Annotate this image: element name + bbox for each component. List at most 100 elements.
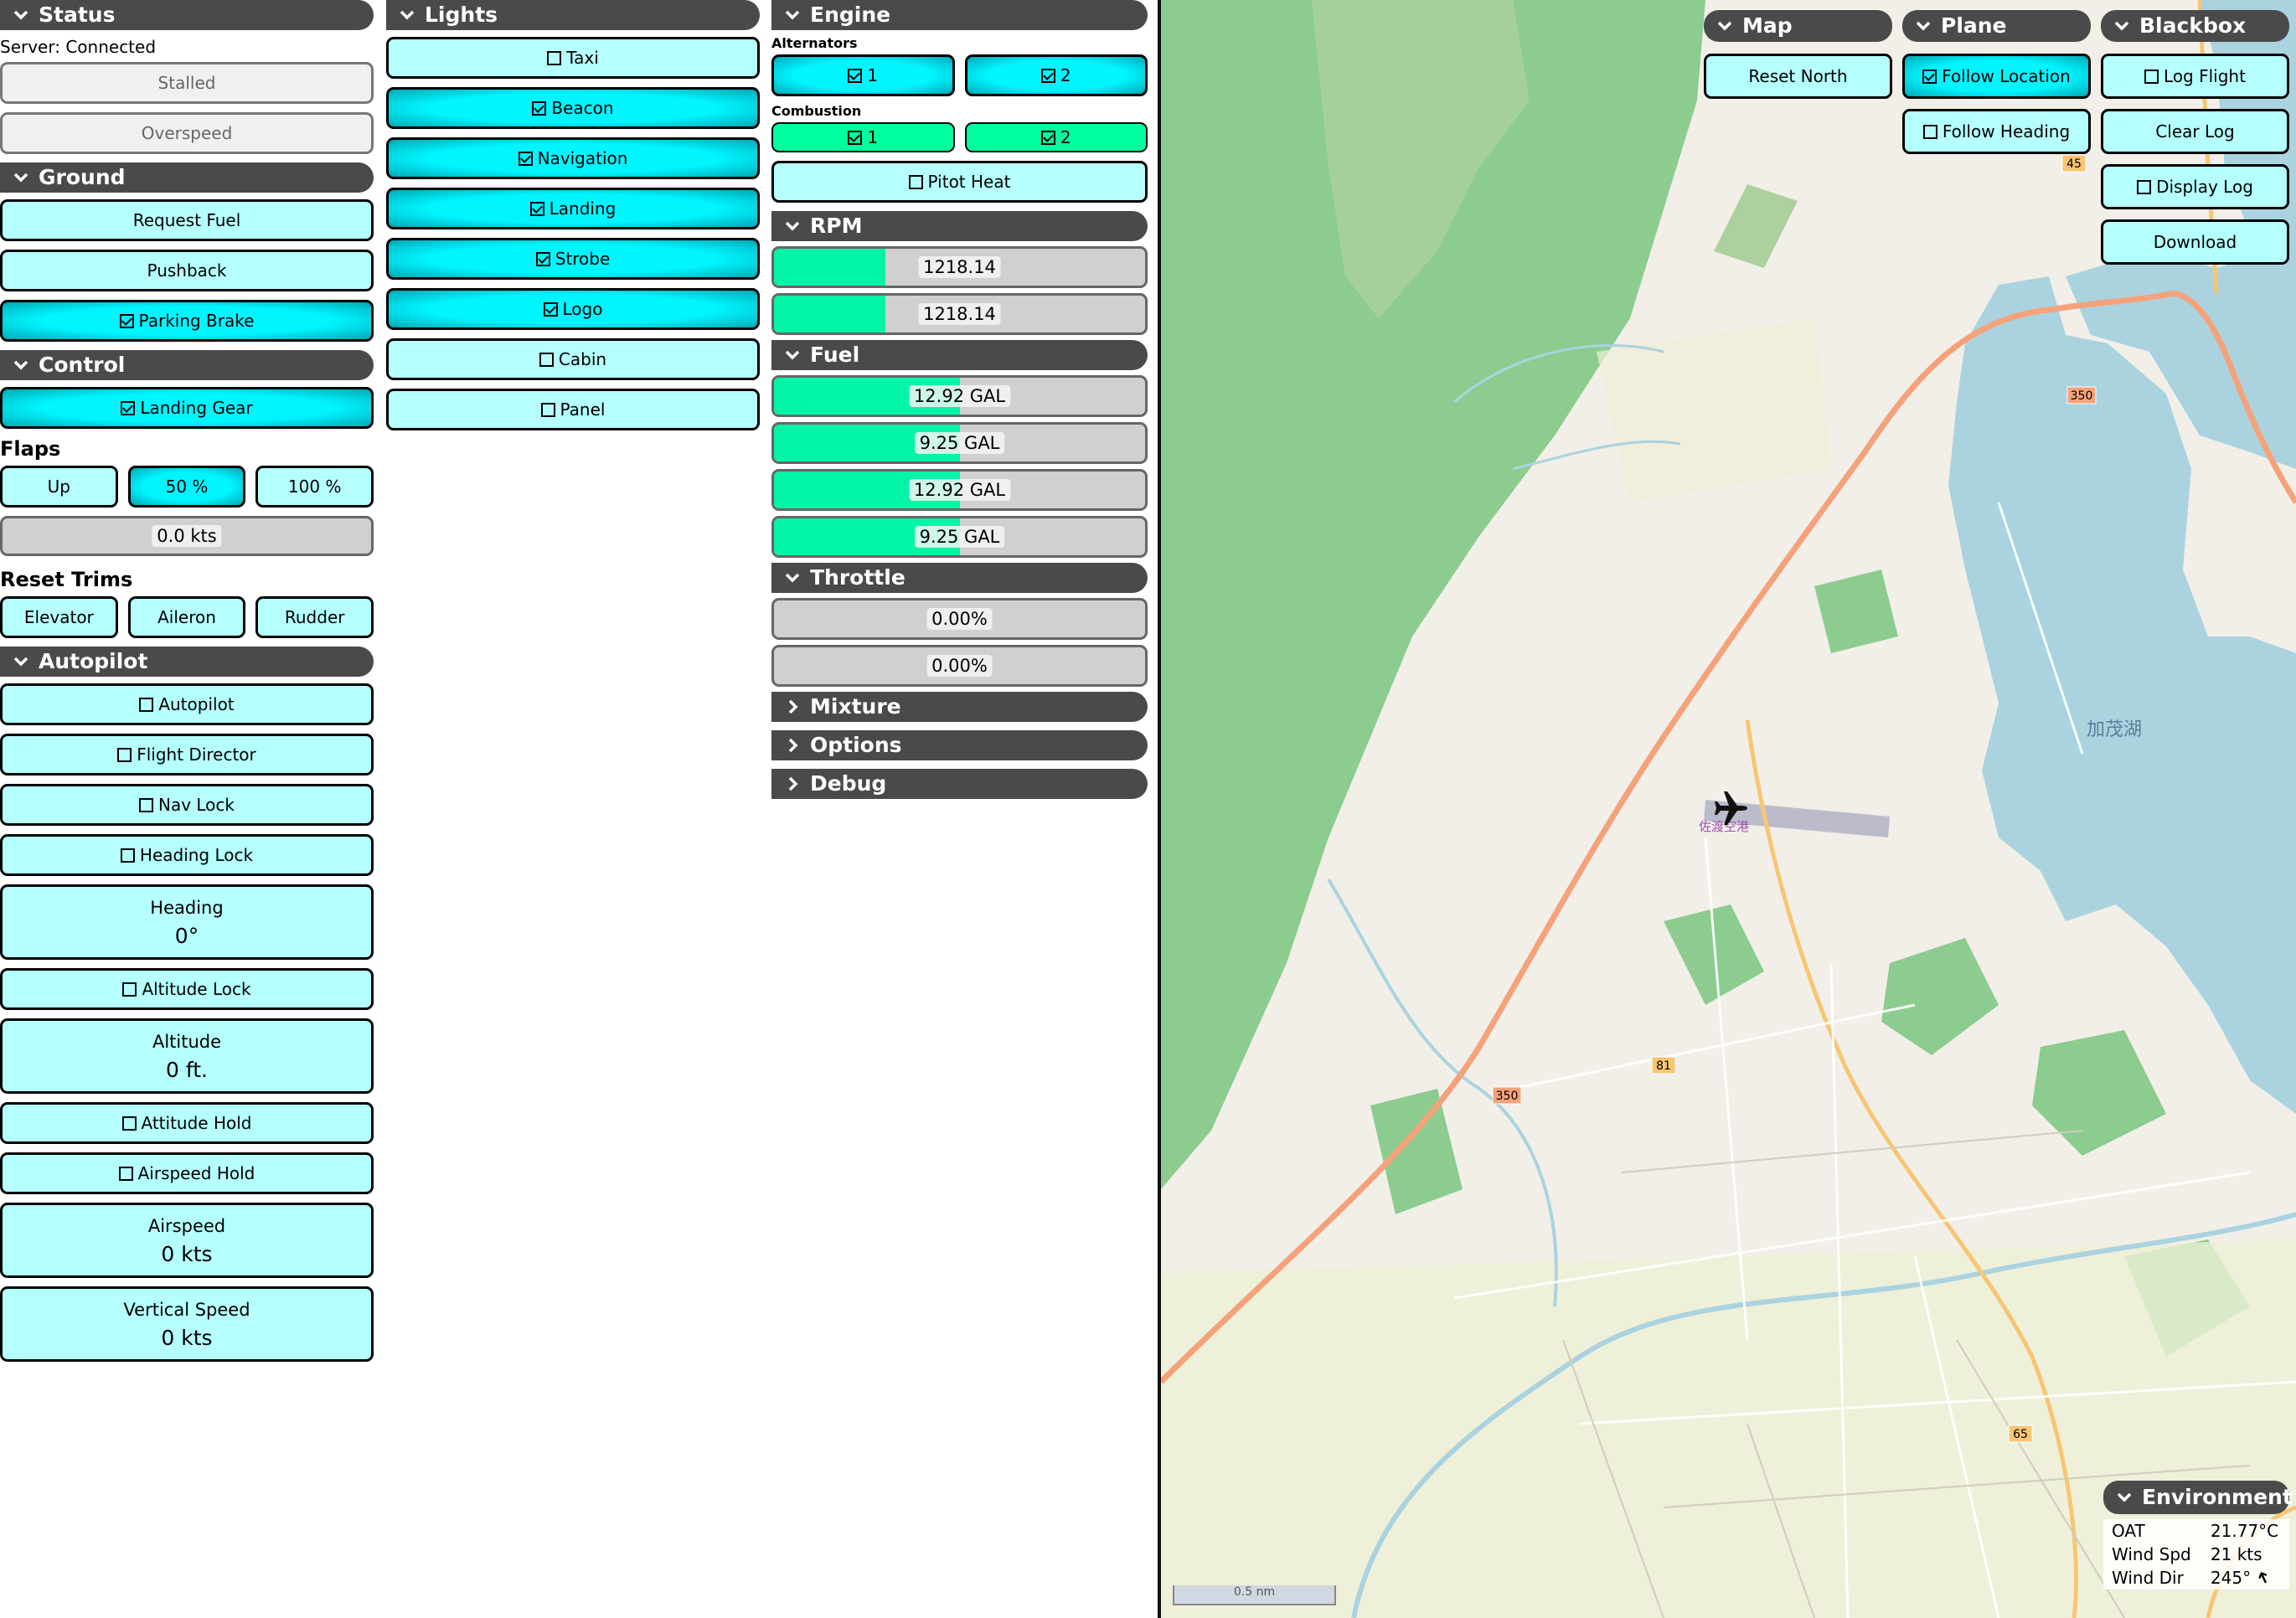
heading-lock-toggle[interactable]: Heading Lock bbox=[0, 834, 374, 876]
throttle-2-gauge[interactable]: 0.00% bbox=[771, 645, 1148, 687]
status-header[interactable]: Status bbox=[0, 0, 374, 30]
vertical-speed-setter[interactable]: Vertical Speed 0 kts bbox=[0, 1286, 374, 1362]
wind-direction-value: 245° bbox=[2210, 1568, 2252, 1588]
clear-log-button[interactable]: Clear Log bbox=[2101, 109, 2289, 154]
server-status: Server: Connected bbox=[0, 37, 157, 57]
landing-light-label: Landing bbox=[549, 198, 617, 219]
rudder-trim-button[interactable]: Rudder bbox=[255, 596, 374, 638]
landing-gear-toggle[interactable]: Landing Gear bbox=[0, 387, 374, 429]
pitot-heat-toggle[interactable]: Pitot Heat bbox=[771, 161, 1148, 203]
chevron-down-icon bbox=[1714, 15, 1736, 37]
rpm-header-label: RPM bbox=[810, 214, 863, 238]
airspeed-hold-toggle[interactable]: Airspeed Hold bbox=[0, 1152, 374, 1194]
chevron-down-icon bbox=[10, 4, 32, 26]
checkbox-icon bbox=[118, 1166, 133, 1181]
lights-column: Lights Taxi Beacon Navigation Landing St… bbox=[386, 0, 760, 439]
flight-director-toggle[interactable]: Flight Director bbox=[0, 734, 374, 776]
aileron-trim-button[interactable]: Aileron bbox=[127, 596, 246, 638]
ground-header-label: Ground bbox=[39, 165, 126, 189]
fuel-tank-1-value: 12.92 GAL bbox=[908, 385, 1011, 407]
control-header[interactable]: Control bbox=[0, 350, 374, 380]
logo-light-toggle[interactable]: Logo bbox=[386, 288, 760, 330]
pushback-button[interactable]: Pushback bbox=[0, 250, 374, 291]
download-button[interactable]: Download bbox=[2101, 219, 2289, 265]
environment-table: OAT 21.77°C Wind Spd 21 kts Wind Dir 245° ➜ bbox=[2103, 1519, 2289, 1590]
checkbox-icon bbox=[2137, 179, 2152, 194]
nav-lock-toggle[interactable]: Nav Lock bbox=[0, 784, 374, 826]
follow-location-toggle[interactable]: Follow Location bbox=[1902, 54, 2091, 99]
app-root: Status Server: Connected Stalled Overspe… bbox=[0, 0, 2296, 1618]
autopilot-header[interactable]: Autopilot bbox=[0, 647, 374, 677]
chevron-down-icon bbox=[782, 215, 803, 237]
chevron-down-icon bbox=[782, 344, 803, 366]
wind-speed-value: 21 kts bbox=[2210, 1544, 2262, 1564]
chevron-down-icon bbox=[2111, 15, 2133, 37]
combustion-2-toggle[interactable]: 2 bbox=[964, 122, 1148, 152]
ground-header[interactable]: Ground bbox=[0, 162, 374, 193]
vertical-speed-value: 0 kts bbox=[161, 1326, 213, 1350]
strobe-light-label: Strobe bbox=[555, 249, 611, 269]
display-log-toggle[interactable]: Display Log bbox=[2101, 164, 2289, 209]
rpm-1-fill bbox=[774, 249, 885, 286]
follow-heading-toggle[interactable]: Follow Heading bbox=[1902, 109, 2091, 154]
navigation-light-toggle[interactable]: Navigation bbox=[386, 137, 760, 179]
route-81-shield: 81 bbox=[1656, 1059, 1671, 1073]
fuel-tank-3-value: 12.92 GAL bbox=[908, 479, 1011, 501]
alternator-2-toggle[interactable]: 2 bbox=[964, 54, 1148, 96]
airspeed-setter[interactable]: Airspeed 0 kts bbox=[0, 1203, 374, 1278]
checkbox-icon bbox=[908, 174, 923, 189]
altitude-lock-toggle[interactable]: Altitude Lock bbox=[0, 968, 374, 1010]
autopilot-label: Autopilot bbox=[158, 694, 235, 714]
request-fuel-button[interactable]: Request Fuel bbox=[0, 199, 374, 241]
checkbox-checked-icon bbox=[848, 68, 863, 83]
flaps-50-button[interactable]: 50 % bbox=[127, 466, 246, 508]
combustion-1-toggle[interactable]: 1 bbox=[771, 122, 955, 152]
panel-light-label: Panel bbox=[560, 399, 606, 420]
alternator-1-toggle[interactable]: 1 bbox=[771, 54, 955, 96]
cabin-light-toggle[interactable]: Cabin bbox=[386, 338, 760, 380]
fuel-header[interactable]: Fuel bbox=[771, 340, 1148, 370]
checkbox-icon bbox=[122, 982, 137, 997]
taxi-light-toggle[interactable]: Taxi bbox=[386, 37, 760, 79]
panel-light-toggle[interactable]: Panel bbox=[386, 389, 760, 430]
parking-brake-toggle[interactable]: Parking Brake bbox=[0, 300, 374, 342]
chevron-down-icon bbox=[1912, 15, 1934, 37]
rpm-header[interactable]: RPM bbox=[771, 211, 1148, 241]
checkbox-icon bbox=[121, 1116, 137, 1131]
altitude-setter[interactable]: Altitude 0 ft. bbox=[0, 1018, 374, 1094]
lights-header[interactable]: Lights bbox=[386, 0, 760, 30]
environment-header[interactable]: Environment bbox=[2103, 1481, 2293, 1514]
checkbox-checked-icon bbox=[543, 301, 558, 317]
plane-header[interactable]: Plane bbox=[1902, 10, 2091, 42]
checkbox-icon bbox=[1922, 124, 1937, 139]
blackbox-header[interactable]: Blackbox bbox=[2101, 10, 2289, 42]
debug-header[interactable]: Debug bbox=[771, 769, 1148, 799]
airspeed-label: Airspeed bbox=[147, 1216, 226, 1236]
autopilot-toggle[interactable]: Autopilot bbox=[0, 683, 374, 725]
autopilot-header-label: Autopilot bbox=[39, 649, 148, 673]
throttle-header[interactable]: Throttle bbox=[771, 563, 1148, 593]
throttle-1-gauge[interactable]: 0.00% bbox=[771, 598, 1148, 640]
oat-label: OAT bbox=[2112, 1521, 2145, 1541]
log-flight-toggle[interactable]: Log Flight bbox=[2101, 54, 2289, 99]
landing-light-toggle[interactable]: Landing bbox=[386, 188, 760, 229]
checkbox-icon bbox=[117, 747, 132, 762]
strobe-light-toggle[interactable]: Strobe bbox=[386, 238, 760, 280]
elevator-trim-button[interactable]: Elevator bbox=[0, 596, 118, 638]
flaps-up-button[interactable]: Up bbox=[0, 466, 118, 508]
taxi-light-label: Taxi bbox=[566, 48, 599, 68]
mixture-header[interactable]: Mixture bbox=[771, 692, 1148, 722]
chevron-down-icon bbox=[2113, 1487, 2135, 1508]
attitude-hold-toggle[interactable]: Attitude Hold bbox=[0, 1102, 374, 1144]
checkbox-checked-icon bbox=[848, 130, 863, 145]
oat-row: OAT 21.77°C bbox=[2103, 1519, 2289, 1543]
beacon-light-toggle[interactable]: Beacon bbox=[386, 87, 760, 129]
map-header[interactable]: Map bbox=[1704, 10, 1892, 42]
airspeed-value: 0 kts bbox=[161, 1242, 213, 1266]
heading-setter[interactable]: Heading 0° bbox=[0, 884, 374, 960]
reset-north-button[interactable]: Reset North bbox=[1704, 54, 1892, 99]
options-header[interactable]: Options bbox=[771, 730, 1148, 760]
chevron-down-icon bbox=[782, 567, 803, 589]
flaps-100-button[interactable]: 100 % bbox=[255, 466, 374, 508]
engine-header[interactable]: Engine bbox=[771, 0, 1148, 30]
